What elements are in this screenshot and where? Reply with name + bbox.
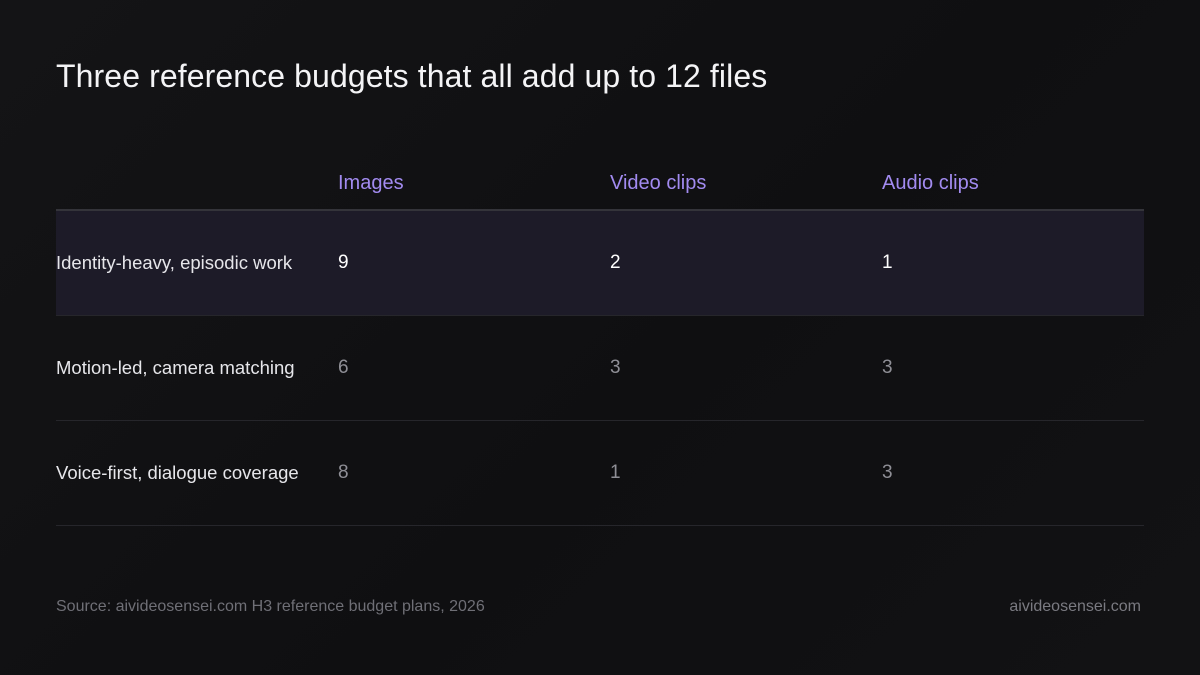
table-row-motion-led: Motion-led, camera matching 6 3 3 xyxy=(56,316,1144,421)
cell-audio-clips: 3 xyxy=(882,462,893,483)
row-label: Motion-led, camera matching xyxy=(56,357,295,378)
budget-table: Images Video clips Audio clips Identity-… xyxy=(56,158,1144,526)
cell-images: 8 xyxy=(338,462,349,483)
column-header-images: Images xyxy=(338,172,404,194)
source-note: Source: aivideosensei.com H3 reference b… xyxy=(56,598,485,615)
cell-audio-clips: 3 xyxy=(882,357,893,378)
column-header-video-clips: Video clips xyxy=(610,172,707,194)
table-header-row: Images Video clips Audio clips xyxy=(56,158,1144,211)
cell-images: 9 xyxy=(338,252,349,273)
cell-video-clips: 1 xyxy=(610,462,621,483)
row-label: Voice-first, dialogue coverage xyxy=(56,462,299,483)
cell-video-clips: 3 xyxy=(610,357,621,378)
cell-audio-clips: 1 xyxy=(882,252,893,273)
table-row-voice-first: Voice-first, dialogue coverage 8 1 3 xyxy=(56,421,1144,526)
site-credit: aivideosensei.com xyxy=(1009,598,1141,615)
column-header-audio-clips: Audio clips xyxy=(882,172,979,194)
row-label: Identity-heavy, episodic work xyxy=(56,252,293,273)
cell-video-clips: 2 xyxy=(610,252,621,273)
table-row-identity-heavy: Identity-heavy, episodic work 9 2 1 xyxy=(56,211,1144,316)
cell-images: 6 xyxy=(338,357,349,378)
chart-title: Three reference budgets that all add up … xyxy=(56,58,768,94)
